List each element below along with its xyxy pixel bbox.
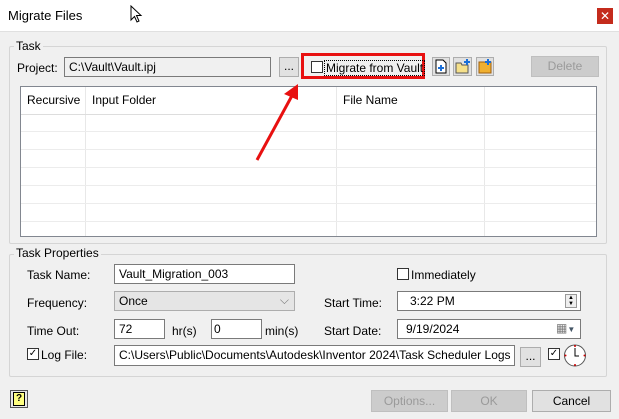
clock-icon[interactable] bbox=[563, 343, 587, 368]
frequency-label: Frequency: bbox=[27, 296, 88, 310]
log-option-checkbox[interactable]: ✓ bbox=[548, 348, 560, 360]
minutes-unit-label: min(s) bbox=[265, 324, 299, 338]
red-arrow-annotation bbox=[255, 84, 298, 161]
migrate-from-vault-label[interactable]: Migrate from Vault bbox=[324, 60, 426, 76]
window-title: Migrate Files bbox=[8, 8, 83, 23]
project-label: Project: bbox=[17, 61, 58, 75]
log-file-browse-button[interactable]: ... bbox=[520, 347, 541, 367]
column-file-name[interactable]: File Name bbox=[337, 87, 398, 114]
column-input-folder[interactable]: Input Folder bbox=[86, 87, 156, 114]
timeout-label: Time Out: bbox=[27, 324, 80, 338]
delete-button[interactable]: Delete bbox=[531, 56, 599, 77]
add-folder-button[interactable] bbox=[453, 57, 472, 76]
add-vault-folder-button[interactable] bbox=[476, 57, 494, 76]
table-row bbox=[21, 221, 596, 222]
title-bar: Migrate Files ✕ bbox=[0, 0, 619, 32]
table-row bbox=[21, 185, 596, 186]
mouse-cursor-icon bbox=[130, 5, 143, 23]
timeout-minutes-input[interactable]: 0 bbox=[211, 319, 262, 339]
cancel-button[interactable]: Cancel bbox=[532, 390, 611, 412]
new-file-button[interactable] bbox=[432, 57, 450, 76]
frequency-value: Once bbox=[119, 294, 148, 308]
calendar-icon[interactable]: ▦▼ bbox=[556, 321, 575, 335]
task-properties-label: Task Properties bbox=[14, 246, 101, 260]
log-file-input[interactable]: C:\Users\Public\Documents\Autodesk\Inven… bbox=[114, 345, 515, 366]
options-button[interactable]: Options... bbox=[371, 390, 448, 412]
timeout-hours-input[interactable]: 72 bbox=[114, 319, 165, 339]
table-row bbox=[21, 203, 596, 204]
immediately-checkbox[interactable] bbox=[397, 268, 409, 280]
immediately-label: Immediately bbox=[411, 268, 476, 282]
project-field[interactable]: C:\Vault\Vault.ipj bbox=[64, 57, 271, 77]
ok-button[interactable]: OK bbox=[451, 390, 527, 412]
add-folder-icon bbox=[455, 59, 470, 74]
chevron-down-icon: ⌵ bbox=[279, 293, 289, 307]
task-group-label: Task bbox=[14, 39, 43, 53]
help-icon: ? bbox=[13, 392, 25, 406]
divider bbox=[85, 87, 86, 236]
hours-unit-label: hr(s) bbox=[172, 324, 197, 338]
task-name-label: Task Name: bbox=[27, 268, 91, 282]
divider bbox=[336, 87, 337, 236]
task-name-input[interactable]: Vault_Migration_003 bbox=[114, 264, 295, 284]
start-time-label: Start Time: bbox=[324, 296, 383, 310]
migrate-from-vault-checkbox[interactable] bbox=[311, 61, 323, 73]
divider bbox=[484, 87, 485, 236]
help-button[interactable]: ? bbox=[10, 390, 28, 408]
time-spinner[interactable]: ▲ ▼ bbox=[565, 294, 577, 308]
start-date-label: Start Date: bbox=[324, 324, 382, 338]
close-button[interactable]: ✕ bbox=[597, 8, 613, 24]
new-file-icon bbox=[435, 59, 447, 74]
project-browse-button[interactable]: ... bbox=[279, 57, 299, 77]
add-vault-folder-icon bbox=[478, 59, 492, 74]
frequency-select[interactable]: Once ⌵ bbox=[114, 291, 295, 311]
log-file-label: Log File: bbox=[41, 348, 88, 362]
log-file-checkbox[interactable]: ✓ bbox=[27, 348, 39, 360]
start-time-input[interactable]: 3:22 PM bbox=[397, 291, 581, 311]
column-recursive[interactable]: Recursive bbox=[21, 87, 80, 114]
start-date-input[interactable]: 9/19/2024 bbox=[397, 319, 581, 339]
